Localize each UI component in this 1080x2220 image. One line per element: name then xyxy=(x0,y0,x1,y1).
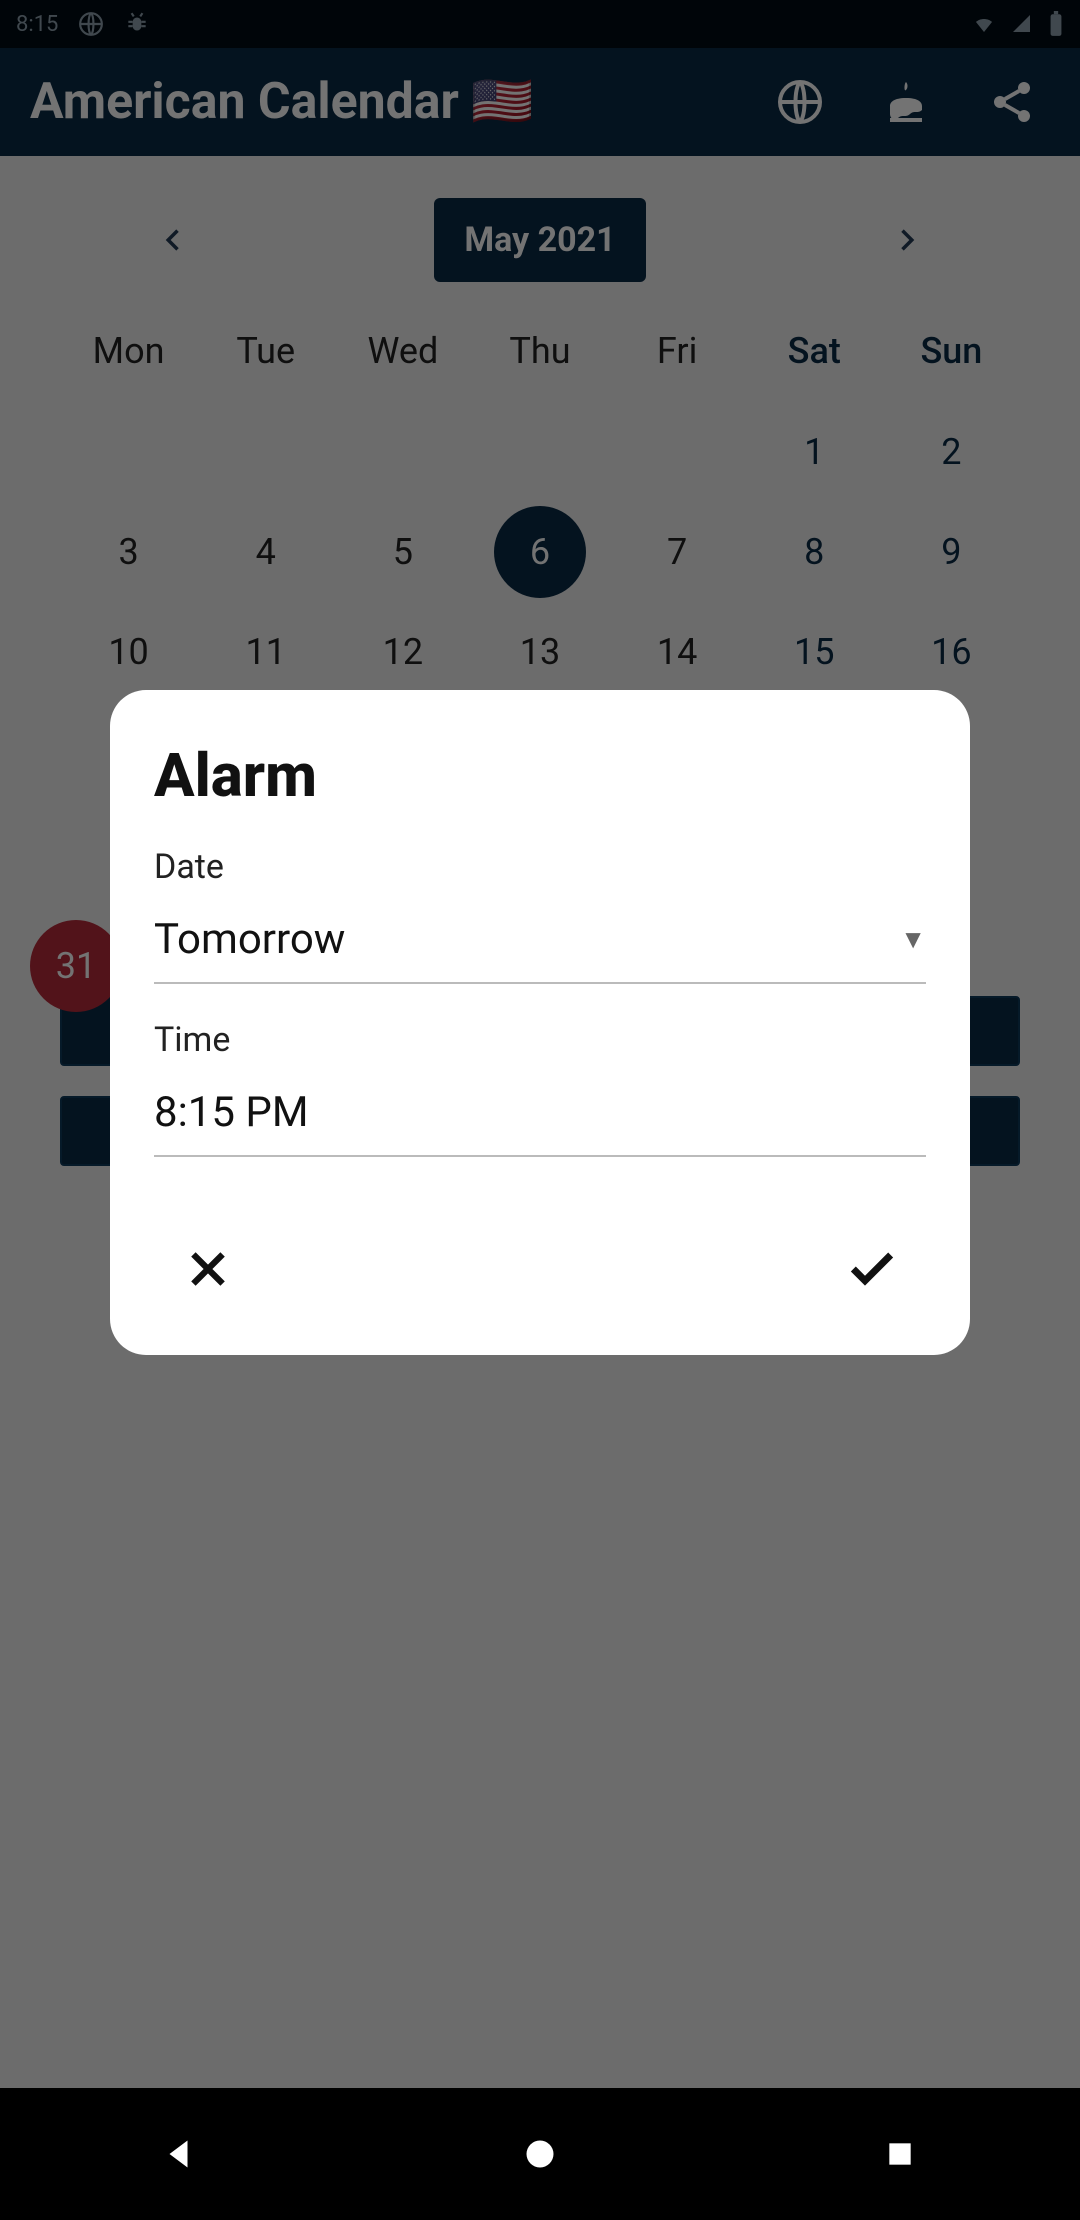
dialog-title: Alarm xyxy=(154,740,926,811)
android-nav-bar xyxy=(0,2088,1080,2220)
date-label: Date xyxy=(154,847,926,887)
check-icon xyxy=(844,1241,900,1297)
close-icon xyxy=(183,1244,233,1294)
dialog-actions xyxy=(154,1193,926,1305)
cancel-button[interactable] xyxy=(172,1233,244,1305)
time-field[interactable]: 8:15 PM xyxy=(154,1080,926,1157)
alarm-dialog: Alarm Date Tomorrow ▼ Time 8:15 PM xyxy=(110,690,970,1355)
time-value: 8:15 PM xyxy=(154,1088,309,1137)
back-button[interactable] xyxy=(156,2130,204,2178)
date-value: Tomorrow xyxy=(154,915,345,964)
time-label: Time xyxy=(154,1020,926,1060)
screen-root: 8:15 American Calendar 🇺🇸 xyxy=(0,0,1080,2220)
dropdown-icon: ▼ xyxy=(900,924,926,955)
date-dropdown[interactable]: Tomorrow ▼ xyxy=(154,907,926,984)
confirm-button[interactable] xyxy=(836,1233,908,1305)
home-button[interactable] xyxy=(516,2130,564,2178)
recents-button[interactable] xyxy=(876,2130,924,2178)
